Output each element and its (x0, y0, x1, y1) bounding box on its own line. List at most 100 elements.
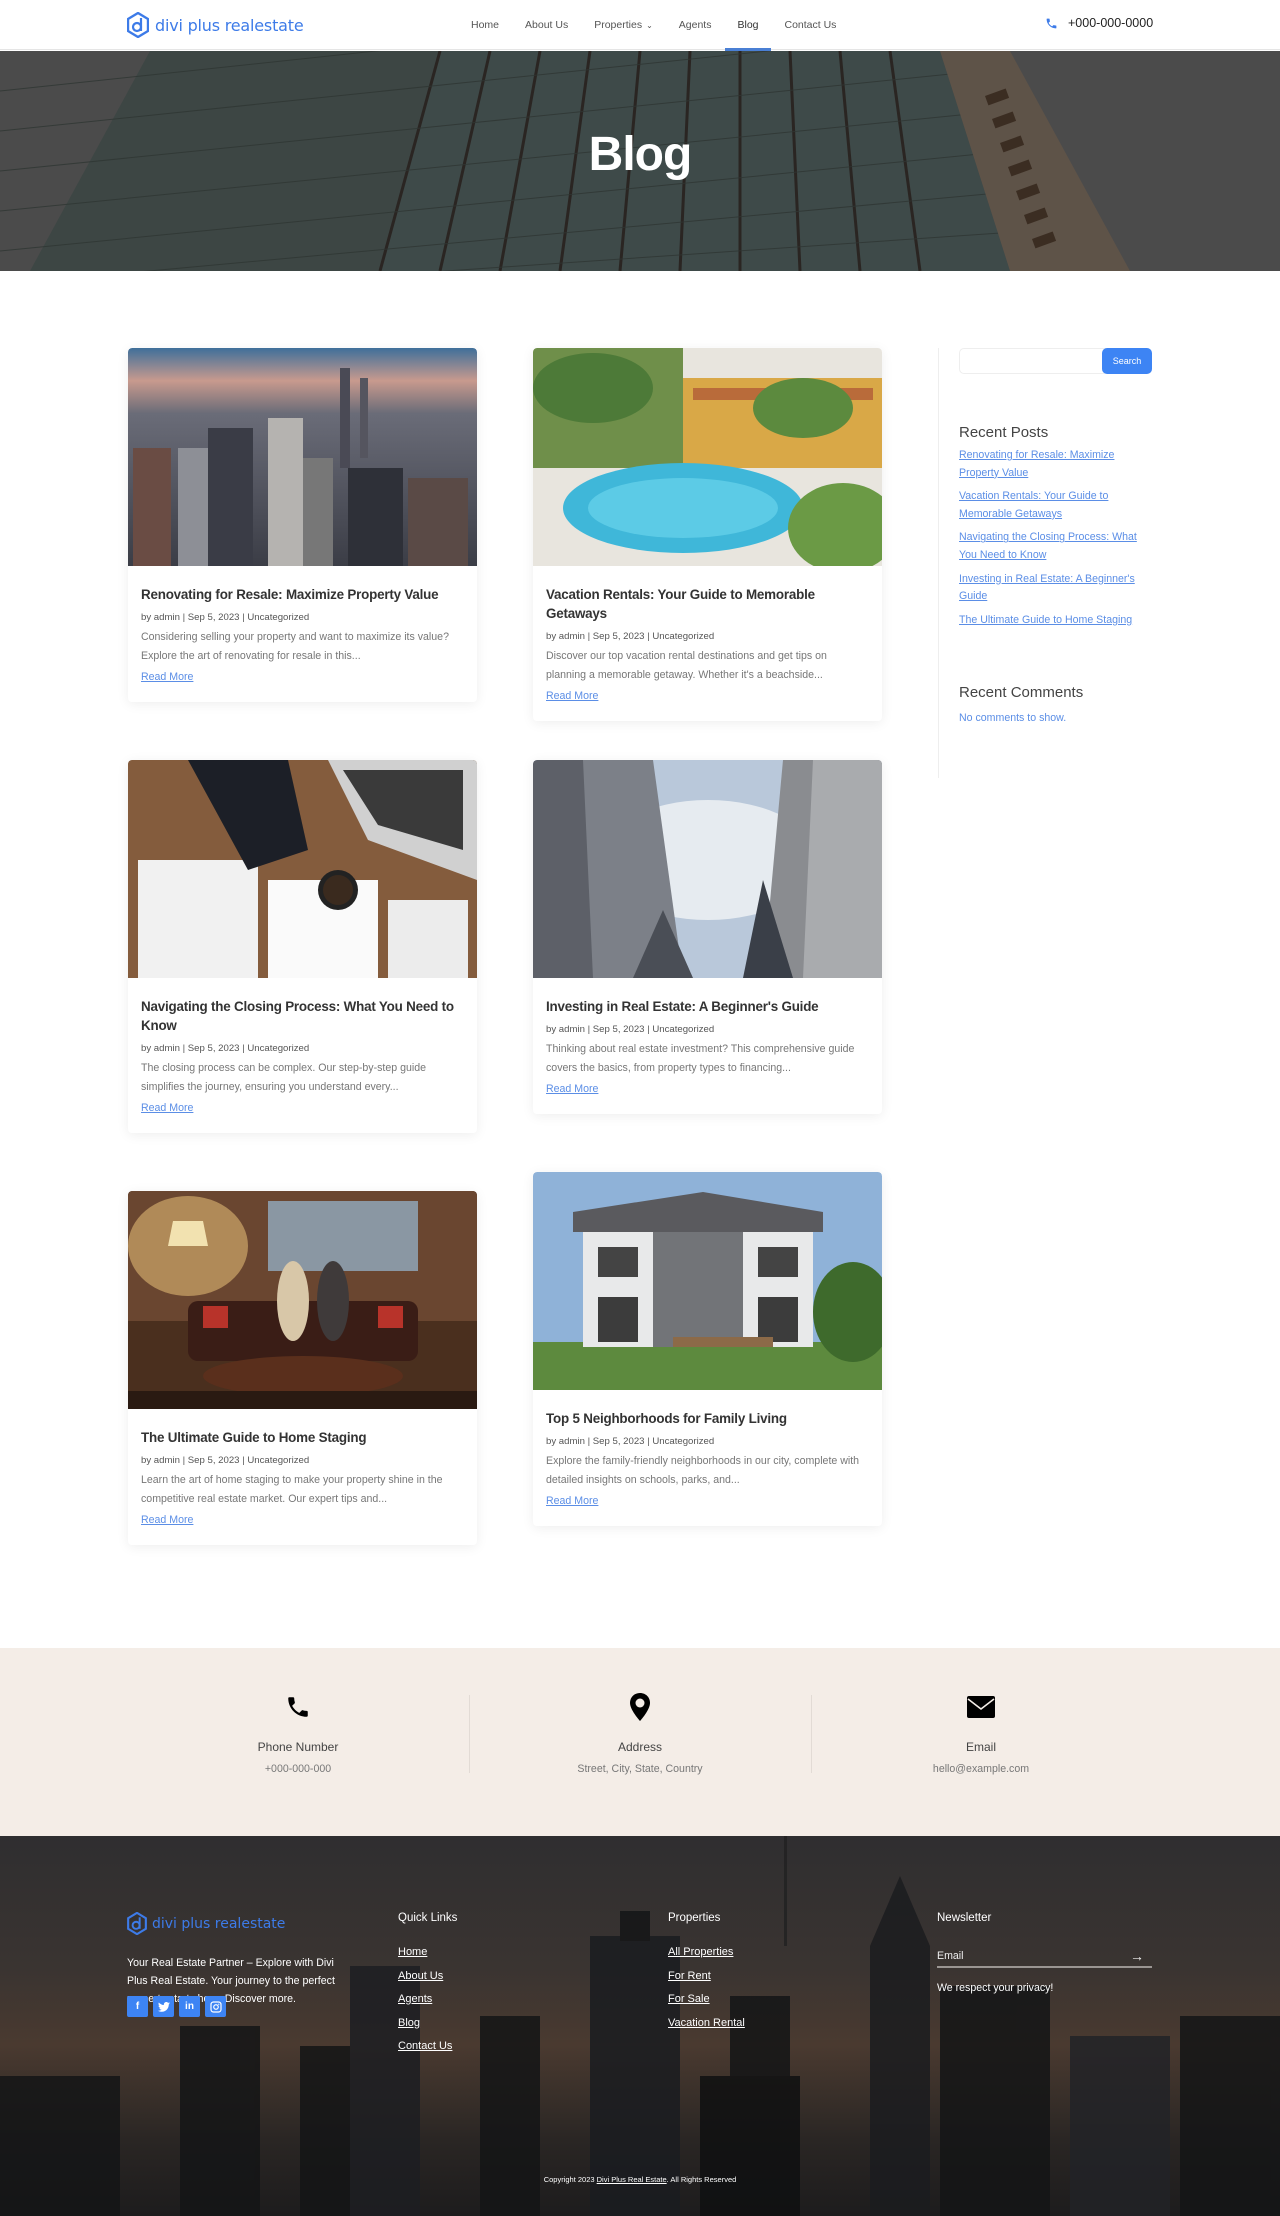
nav-properties[interactable]: Properties ⌄ (594, 0, 653, 50)
footer-link-all-properties[interactable]: All Properties (668, 1946, 733, 1958)
post-meta: by admin | Sep 5, 2023 | Uncategorized (141, 1455, 310, 1466)
footer-quick-links-heading: Quick Links (398, 1912, 458, 1924)
facebook-icon[interactable]: f (127, 1996, 148, 2017)
arrow-right-icon[interactable]: → (1130, 1948, 1144, 1964)
post-title[interactable]: Navigating the Closing Process: What You… (141, 997, 464, 1035)
post-excerpt: The closing process can be complex. Our … (141, 1062, 426, 1093)
newsletter-email-placeholder: Email (937, 1950, 964, 1962)
contact-info-band: Phone Number +000-000-000 Address Street… (0, 1648, 1280, 1836)
post-excerpt: Explore the family-friendly neighborhood… (546, 1455, 860, 1486)
nav-label: Agents (678, 19, 712, 31)
contact-value: Street, City, State, Country (577, 1763, 703, 1775)
search-button[interactable]: Search (1102, 348, 1152, 374)
post-excerpt: Learn the art of home staging to make yo… (141, 1474, 443, 1505)
page-hero: Blog (0, 51, 1280, 271)
main-nav: Home About Us Properties ⌄ Agents Blog Co… (471, 0, 862, 51)
post-image-living-room[interactable] (128, 1191, 477, 1409)
contact-label: Address (617, 1740, 663, 1754)
phone-icon (1046, 18, 1057, 28)
post-image-city-skyline[interactable] (128, 348, 477, 566)
recent-post-link[interactable]: Renovating for Resale: Maximize Property… (959, 449, 1114, 479)
instagram-icon[interactable] (205, 1996, 226, 2017)
post-image-resort-pool[interactable] (533, 348, 882, 566)
post-title[interactable]: Renovating for Resale: Maximize Property… (141, 585, 464, 604)
copyright-text: Copyright 2023 Divi Plus Real Estate. Al… (0, 2175, 1280, 2184)
footer-logo-text: divi plus realestate (152, 1915, 286, 1932)
contact-value: +000-000-000 (264, 1763, 332, 1775)
nav-about-us[interactable]: About Us (525, 0, 568, 50)
newsletter-privacy-note: We respect your privacy! (937, 1982, 1054, 1994)
recent-post-link[interactable]: The Ultimate Guide to Home Staging (959, 614, 1132, 626)
phone-icon (128, 1690, 468, 1724)
footer-logo[interactable]: divi plus realestate (127, 1912, 285, 1935)
site-logo[interactable]: divi plus realestate (127, 12, 304, 38)
contact-address: Address Street, City, State, Country (470, 1690, 810, 1775)
recent-post-link[interactable]: Navigating the Closing Process: What You… (959, 531, 1137, 561)
nav-blog[interactable]: Blog (725, 0, 771, 51)
read-more-link[interactable]: Read More (546, 1495, 598, 1507)
newsletter-email-input[interactable]: Email → (937, 1946, 1152, 1968)
chevron-down-icon: ⌄ (646, 21, 653, 30)
read-more-link[interactable]: Read More (546, 690, 598, 702)
nav-label: Properties (594, 19, 643, 31)
footer-link-vacation-rental[interactable]: Vacation Rental (668, 2017, 745, 2029)
nav-label: Contact Us (784, 19, 837, 31)
footer-properties: Properties All Properties For Rent For S… (668, 1912, 745, 2040)
contact-value: hello@example.com (932, 1763, 1030, 1775)
footer-link-contact-us[interactable]: Contact Us (398, 2040, 452, 2052)
list-item: Investing in Real Estate: A Beginner's G… (959, 571, 1154, 606)
footer-newsletter: Newsletter (937, 1912, 991, 1924)
contact-divider (811, 1695, 812, 1773)
linkedin-icon[interactable]: in (179, 1996, 200, 2017)
social-links: f in (127, 1996, 226, 2017)
post-excerpt: Discover our top vacation rental destina… (546, 650, 827, 681)
post-image-desk-documents[interactable] (128, 760, 477, 978)
search-input[interactable] (959, 348, 1109, 374)
recent-post-link[interactable]: Vacation Rentals: Your Guide to Memorabl… (959, 490, 1108, 520)
post-image-modern-house[interactable] (533, 1172, 882, 1390)
footer-quick-links: Quick Links Home About Us Agents Blog Co… (398, 1912, 457, 2064)
copyright-site-link[interactable]: Divi Plus Real Estate (597, 2175, 667, 2184)
nav-agents[interactable]: Agents (679, 0, 712, 50)
post-title[interactable]: Vacation Rentals: Your Guide to Memorabl… (546, 585, 869, 623)
blog-post-card: Vacation Rentals: Your Guide to Memorabl… (533, 348, 882, 721)
read-more-link[interactable]: Read More (141, 1514, 193, 1526)
footer-link-blog[interactable]: Blog (398, 2017, 420, 2029)
post-title[interactable]: Investing in Real Estate: A Beginner's G… (546, 997, 869, 1016)
footer-newsletter-heading: Newsletter (937, 1912, 992, 1924)
post-excerpt: Considering selling your property and wa… (141, 631, 449, 662)
contact-label: Phone Number (257, 1740, 339, 1754)
recent-post-link[interactable]: Investing in Real Estate: A Beginner's G… (959, 573, 1135, 603)
copyright-suffix: . All Rights Reserved (666, 2175, 737, 2184)
list-item: Vacation Rentals: Your Guide to Memorabl… (959, 488, 1154, 523)
read-more-link[interactable]: Read More (141, 1102, 193, 1114)
footer-link-about-us[interactable]: About Us (398, 1970, 443, 1982)
read-more-link[interactable]: Read More (141, 671, 193, 683)
blog-post-card: Renovating for Resale: Maximize Property… (128, 348, 477, 702)
footer-city-background (0, 1836, 1280, 2216)
logo-text: divi plus realestate (155, 15, 304, 35)
post-title[interactable]: Top 5 Neighborhoods for Family Living (546, 1409, 869, 1428)
header-phone-link[interactable]: +000-000-0000 (1045, 16, 1153, 30)
post-meta: by admin | Sep 5, 2023 | Uncategorized (141, 1043, 310, 1054)
blog-post-card: Investing in Real Estate: A Beginner's G… (533, 760, 882, 1114)
envelope-icon (811, 1690, 1151, 1724)
footer-link-for-sale[interactable]: For Sale (668, 1993, 710, 2005)
post-title[interactable]: The Ultimate Guide to Home Staging (141, 1428, 464, 1447)
nav-contact-us[interactable]: Contact Us (785, 0, 837, 50)
footer-link-home[interactable]: Home (398, 1946, 427, 1958)
contact-phone: Phone Number +000-000-000 (128, 1690, 468, 1775)
recent-posts-heading: Recent Posts (959, 424, 1049, 441)
footer-link-agents[interactable]: Agents (398, 1993, 432, 2005)
recent-comments-heading: Recent Comments (959, 684, 1084, 701)
contact-divider (469, 1695, 470, 1773)
list-item: Renovating for Resale: Maximize Property… (959, 447, 1154, 482)
logo-icon (127, 12, 149, 38)
twitter-icon[interactable] (153, 1996, 174, 2017)
footer-link-for-rent[interactable]: For Rent (668, 1970, 711, 1982)
read-more-link[interactable]: Read More (546, 1083, 598, 1095)
nav-home[interactable]: Home (471, 0, 499, 50)
post-meta: by admin | Sep 5, 2023 | Uncategorized (546, 1436, 715, 1447)
post-image-skyscrapers[interactable] (533, 760, 882, 978)
page-title: Blog (588, 128, 693, 181)
